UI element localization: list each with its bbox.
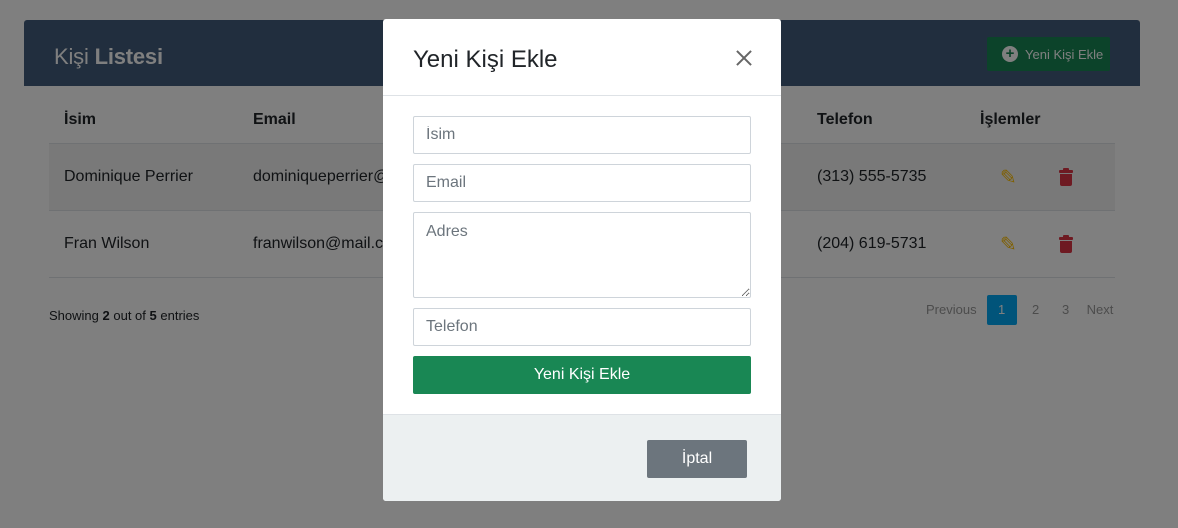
name-field[interactable]: [413, 116, 751, 154]
modal-footer: İptal: [383, 414, 781, 501]
modal-title: Yeni Kişi Ekle: [413, 46, 558, 73]
phone-field[interactable]: [413, 308, 751, 346]
address-field[interactable]: [413, 212, 751, 298]
modal-body: Yeni Kişi Ekle: [383, 96, 781, 414]
add-contact-modal: Yeni Kişi Ekle Yeni Kişi Ekle İptal: [383, 19, 781, 501]
close-icon[interactable]: [735, 48, 753, 66]
email-field[interactable]: [413, 164, 751, 202]
submit-button[interactable]: Yeni Kişi Ekle: [413, 356, 751, 394]
modal-header: Yeni Kişi Ekle: [383, 19, 781, 96]
cancel-button[interactable]: İptal: [647, 440, 747, 478]
